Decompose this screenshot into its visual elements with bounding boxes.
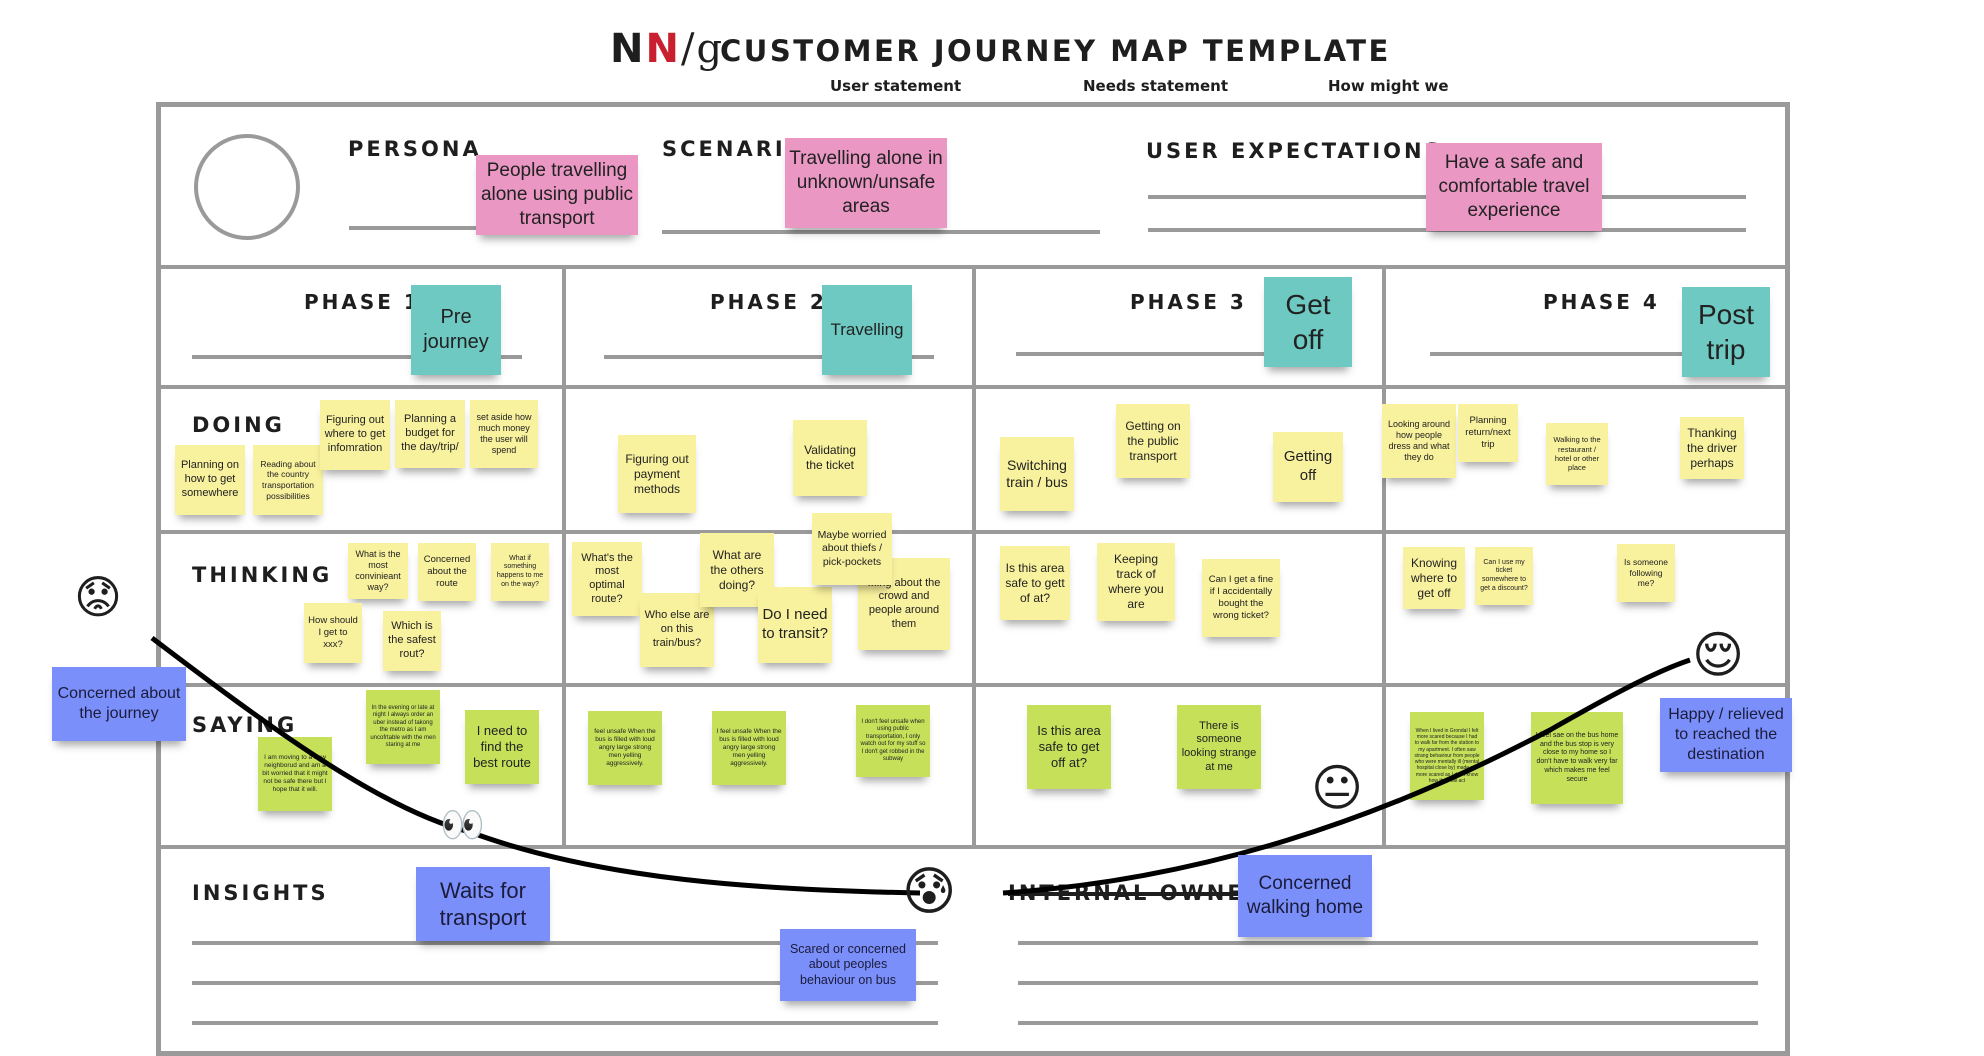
anxious-face-icon: 😰 (902, 862, 957, 922)
emotion-curve (150, 636, 1691, 896)
eyes-icon: 👀 (440, 805, 485, 846)
emotion-note-start[interactable]: Concerned about the journey (52, 667, 186, 741)
emotion-note-scared[interactable]: Scared or concerned about peoples behavi… (780, 929, 916, 1001)
emotion-note-end[interactable]: Happy / relieved to reached the destinat… (1660, 698, 1792, 772)
emotion-curve-line-left (150, 636, 921, 896)
relieved-face-icon: 😌 (1692, 626, 1745, 684)
worried-face-icon: 😟 (74, 570, 122, 624)
emotion-note-walking-home[interactable]: Concerned walking home (1238, 855, 1372, 937)
emotion-note-waits[interactable]: Waits for transport (416, 867, 550, 941)
neutral-face-icon: 😐 (1311, 759, 1364, 817)
